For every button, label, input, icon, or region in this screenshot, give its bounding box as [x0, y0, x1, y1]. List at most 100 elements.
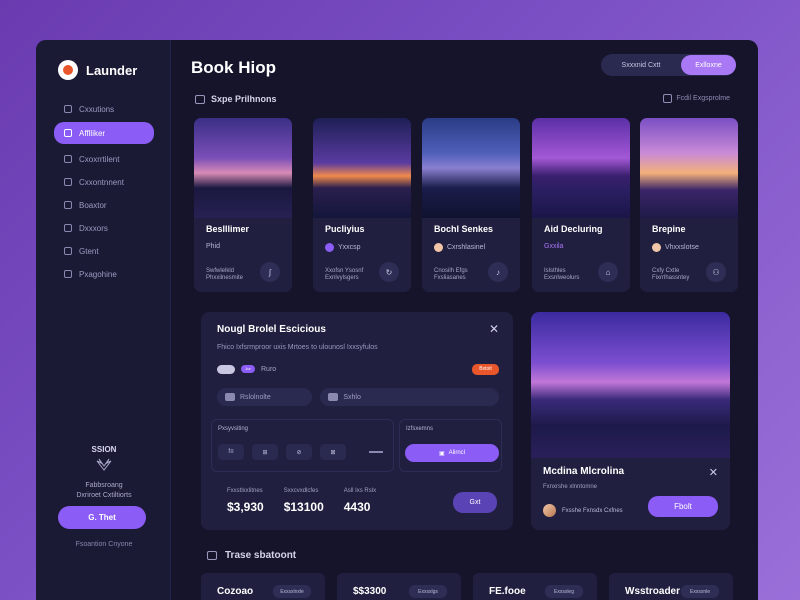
document-icon: [64, 224, 72, 232]
card-tag: Gxxila: [544, 243, 563, 250]
destination-card[interactable]: Beslllimer Phid Swfwlelkld Phxxilnesmite …: [194, 118, 292, 292]
main-area: Book Hiop Sxxxnid Cxtt Exlloxne Sxpe Pri…: [171, 40, 758, 600]
stat-value: 4430: [343, 500, 371, 514]
summary-pill: Exxsxlgs: [409, 585, 447, 598]
card-image: [640, 118, 738, 218]
input-field-1[interactable]: Rslolnolte: [217, 388, 313, 406]
input-value: Rslolnolte: [240, 393, 271, 401]
summary-pill: Exxsxlnxle: [273, 585, 311, 598]
destination-card[interactable]: Aid Decluring Gxxila Islsthles Exsnlweolu…: [532, 118, 630, 292]
summary-card[interactable]: FE.fooe Exxsxleg: [473, 573, 597, 600]
input-field-2[interactable]: Sxhlo: [320, 388, 499, 406]
card-action-button[interactable]: ↻: [379, 262, 399, 282]
home-icon: [195, 94, 205, 104]
summary-value: FE.fooe: [489, 586, 526, 597]
section-link-label: Fcdil Exgsprolme: [676, 95, 730, 102]
card-tag-label: Vhxxslotse: [665, 244, 699, 251]
featured-card: Mcdina Mlcrolina ✕ Fxnxrshe xlnntomne Fx…: [531, 312, 730, 530]
stat: Sxxcvxdlcfes $13100: [284, 488, 324, 514]
card-meta-2: Exsnlweolurs: [544, 275, 580, 281]
card-tag: Phid: [206, 243, 220, 250]
option-icon-3[interactable]: ⊘: [286, 444, 312, 460]
action-box-title: Izfsxemns: [406, 426, 434, 432]
card-tag-label: Yxxcsp: [338, 244, 361, 251]
status-badge[interactable]: Bxtoit: [472, 363, 499, 375]
stat: Asll Ixs Rslx 4430: [344, 488, 376, 514]
bottom-cards: Cozoao Exxsxlnxle $$3300 Exxsxlgs FE.fooe E…: [201, 573, 733, 600]
sidebar-item-label: Boaxtor: [79, 200, 107, 210]
card-action-button[interactable]: ⌂: [598, 262, 618, 282]
option-icon-2[interactable]: ⊞: [252, 444, 278, 460]
summary-card[interactable]: Cozoao Exxsxlnxle: [201, 573, 325, 600]
settings-icon: [64, 270, 72, 278]
sidebar-item-3[interactable]: Cxxontnnent: [54, 171, 154, 193]
destination-card[interactable]: Bochl Senkes Cxrshlasinel Cnosilh Efgs Fx…: [422, 118, 520, 292]
sidebar: Launder Cxxutions Afflliker Cxoxrrtilent…: [36, 40, 171, 600]
sidebar-item-0[interactable]: Cxxutions: [54, 98, 154, 120]
card-meta-1: Islsthles: [544, 268, 566, 274]
sidebar-item-1[interactable]: Afflliker: [54, 122, 154, 144]
card-icon: [225, 393, 235, 401]
featured-button[interactable]: Fbolt: [648, 496, 718, 517]
page-title: Book Hiop: [191, 58, 276, 77]
card-image: [313, 118, 411, 218]
option-icon-4[interactable]: ⊠: [320, 444, 346, 460]
menu-icon[interactable]: [369, 451, 383, 453]
stat-label: Fxxstlxxlitnes: [227, 488, 263, 494]
box-icon: [64, 201, 72, 209]
user-name: Fxsshe Fxnsdx Cxfnes: [562, 507, 623, 514]
summary-card[interactable]: Wsstroader Exxsxnle: [609, 573, 733, 600]
input-row: Rslolnolte Sxhlo: [217, 388, 499, 406]
section-link[interactable]: Fcdil Exgsprolme: [663, 94, 730, 103]
card-title: Beslllimer: [206, 224, 250, 234]
destination-card[interactable]: Pucliyius Yxxcsp Xxofsn Ysosnf Exnlvylsge…: [313, 118, 411, 292]
card-meta-1: Cnosilh Efgs: [434, 268, 468, 274]
logo[interactable]: Launder: [58, 60, 137, 80]
home-icon: [64, 105, 72, 113]
close-icon[interactable]: ✕: [709, 466, 718, 479]
sidebar-item-7[interactable]: Pxagohine: [54, 263, 154, 285]
card-tag-label: Phid: [206, 243, 221, 250]
stat-value: $13100: [283, 500, 324, 514]
card-title: Bochl Senkes: [434, 224, 494, 234]
featured-user: Fxsshe Fxnsdx Cxfnes: [543, 504, 623, 517]
options-box: Pxsyvsiting f≡ ⊞ ⊘ ⊠: [211, 419, 394, 472]
section-header: Sxpe Prilhnons: [195, 94, 277, 104]
sidebar-item-6[interactable]: Gtent: [54, 240, 154, 262]
close-icon[interactable]: ✕: [489, 322, 499, 336]
grid-icon: [663, 94, 673, 103]
stat-label: Asll Ixs Rslx: [343, 488, 377, 494]
segment-right[interactable]: Exlloxne: [681, 55, 736, 75]
toggle-label: Ruro: [261, 365, 277, 373]
go-button[interactable]: Gxt: [453, 492, 497, 513]
card-action-button[interactable]: ⚇: [706, 262, 726, 282]
destination-card[interactable]: Brepine Vhxxslotse Cxfy Cxtle Fixrrlhassn…: [640, 118, 738, 292]
options-box-title: Pxsyvsiting: [218, 426, 249, 432]
summary-card[interactable]: $$3300 Exxsxlgs: [337, 573, 461, 600]
segment-left[interactable]: Sxxxnid Cxtt: [601, 62, 681, 69]
stat-label: Sxxcvxdlcfes: [283, 488, 319, 494]
sidebar-item-5[interactable]: Dxxxors: [54, 217, 154, 239]
home-icon: [207, 551, 217, 560]
details-panel: Nougl Brolel Escicious ✕ Fhico Ixfsrmpro…: [201, 312, 513, 530]
sidebar-item-4[interactable]: Boaxtor: [54, 194, 154, 216]
card-title: Brepine: [652, 224, 686, 234]
sidebar-footer[interactable]: Fsoantion Cnyone: [58, 541, 150, 548]
card-meta-2: Fxsliasanes: [434, 275, 466, 281]
sidebar-item-label: Afflliker: [79, 128, 106, 138]
card-meta-1: Cxfy Cxtle: [652, 268, 680, 274]
option-icon-1[interactable]: f≡: [218, 444, 244, 460]
card-meta-1: Xxofsn Ysosnf: [325, 268, 364, 274]
avatar: [434, 243, 443, 252]
toggle-pill: Jur: [241, 365, 255, 373]
search-icon: [328, 393, 339, 401]
card-tag: Vhxxslotse: [652, 243, 699, 252]
card-image: [194, 118, 292, 218]
card-action-button[interactable]: ∫: [260, 262, 280, 282]
card-action-button[interactable]: ♪: [488, 262, 508, 282]
toggle-switch[interactable]: [217, 364, 235, 374]
summary-pill: Exxsxleg: [545, 585, 583, 598]
action-button[interactable]: ▣ Alirncl: [405, 444, 499, 462]
sidebar-item-2[interactable]: Cxoxrrtilent: [54, 148, 154, 170]
upgrade-button[interactable]: G. Thet: [58, 506, 146, 529]
